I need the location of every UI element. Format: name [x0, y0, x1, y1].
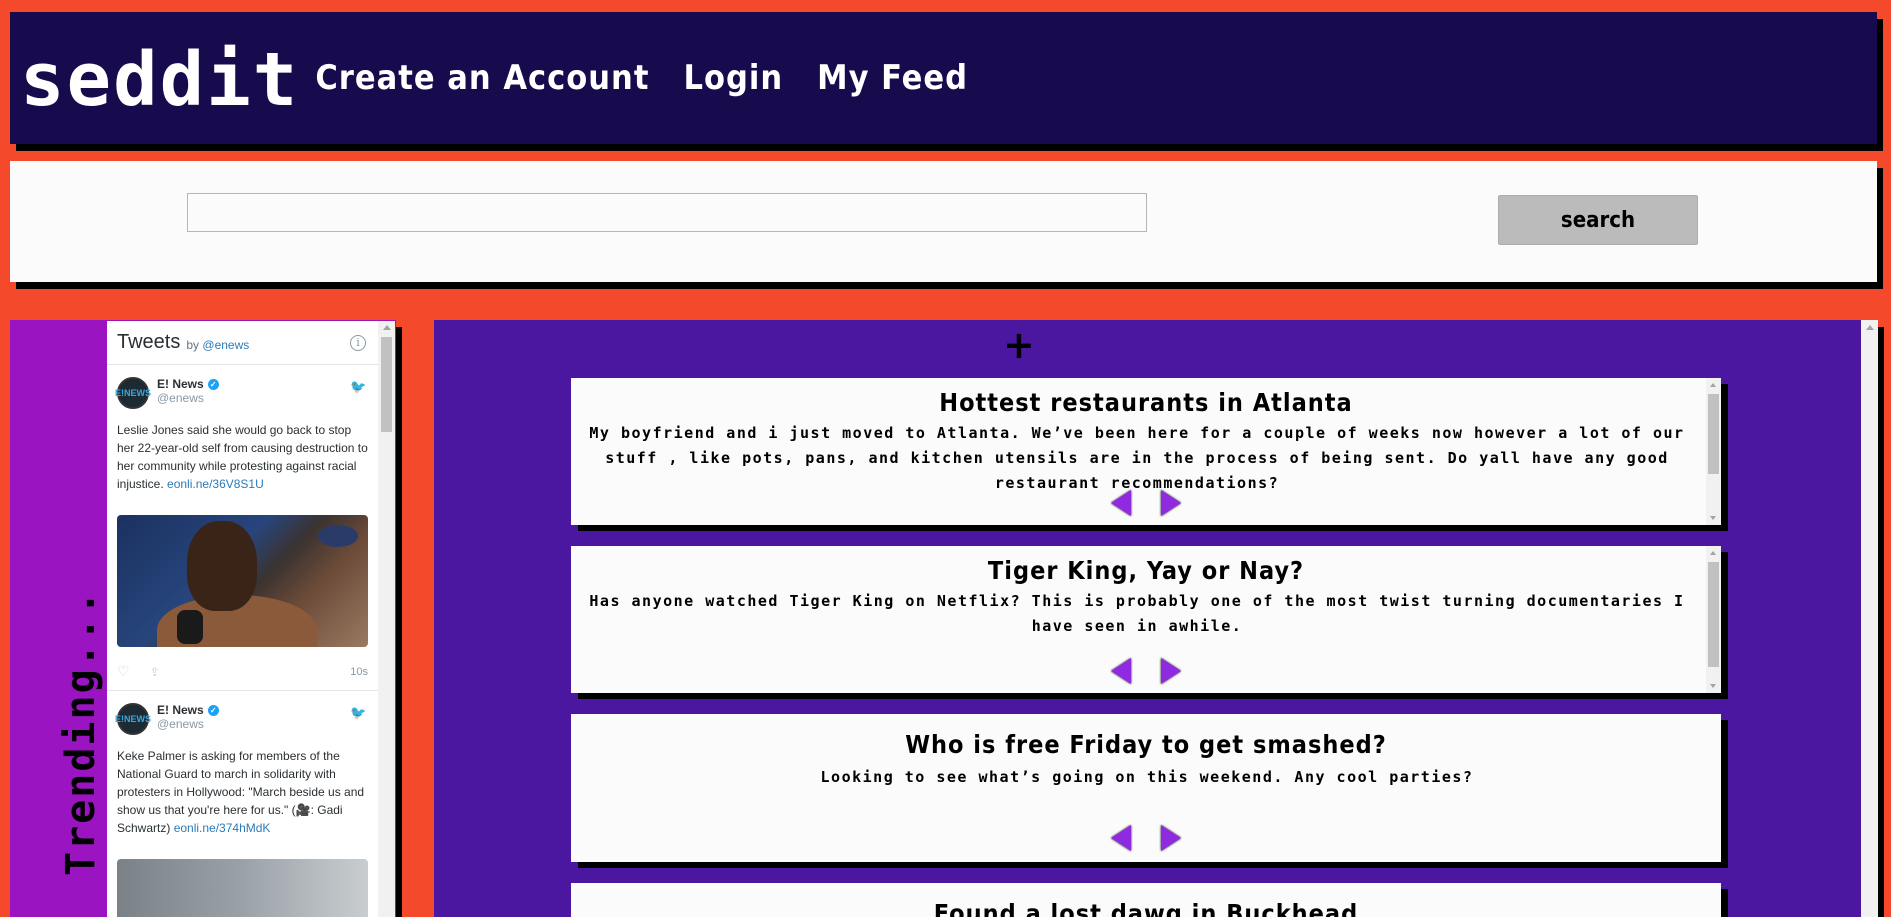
post-body: My boyfriend and i just moved to Atlanta… [589, 424, 1685, 492]
prev-arrow-icon[interactable] [1111, 490, 1131, 516]
timeline-handle-link[interactable]: @enews [202, 338, 249, 352]
search-bar: search [10, 161, 1877, 282]
heart-icon[interactable]: ♡ [117, 663, 130, 680]
twitter-bird-icon[interactable]: 🐦 [350, 379, 366, 394]
scroll-down-icon[interactable] [1710, 516, 1716, 520]
add-post-icon[interactable]: + [1003, 326, 1035, 364]
tweet[interactable]: E!NEWS E! News ✓ @enews 🐦 Keke Palmer is … [107, 691, 378, 917]
post-card: Who is free Friday to get smashed? Looki… [571, 714, 1721, 862]
search-input[interactable] [187, 193, 1147, 232]
info-icon[interactable]: i [350, 335, 366, 351]
tweet-image[interactable] [117, 859, 368, 917]
tweet-image[interactable] [117, 515, 368, 647]
post-body: Has anyone watched Tiger King on Netflix… [589, 592, 1685, 635]
twitter-bird-icon[interactable]: 🐦 [350, 705, 366, 720]
scroll-thumb[interactable] [381, 337, 392, 432]
share-icon[interactable]: ⇪ [150, 665, 160, 679]
nav-login[interactable]: Login [683, 58, 783, 98]
scroll-up-icon[interactable] [1710, 551, 1716, 555]
tweet-author-name[interactable]: E! News [157, 377, 204, 391]
top-header: seddit Create an Account Login My Feed [10, 12, 1877, 144]
post-card: Found a lost dawg in Buckhead [571, 883, 1721, 917]
nav-my-feed[interactable]: My Feed [817, 58, 968, 98]
tweet-link[interactable]: eonli.ne/374hMdK [174, 821, 271, 835]
post-title: Found a lost dawg in Buckhead [933, 899, 1359, 917]
verified-icon: ✓ [207, 704, 219, 716]
site-logo[interactable]: seddit [20, 43, 299, 117]
main-nav: Create an Account Login My Feed [315, 58, 1002, 98]
scroll-up-icon[interactable] [1710, 383, 1716, 387]
post-scrollbar[interactable] [1706, 378, 1721, 525]
tweet-author-name[interactable]: E! News [157, 703, 204, 717]
prev-arrow-icon[interactable] [1111, 658, 1131, 684]
microphone-icon [177, 610, 203, 644]
avatar[interactable]: E!NEWS [115, 377, 151, 409]
timeline-scrollbar[interactable] [378, 321, 395, 917]
search-button[interactable]: search [1498, 195, 1698, 245]
tweet[interactable]: E!NEWS E! News ✓ @enews 🐦 Leslie Jones sa… [107, 365, 378, 691]
post-card: Tiger King, Yay or Nay? Has anyone watch… [571, 546, 1721, 693]
scroll-thumb[interactable] [1708, 562, 1719, 667]
post-scrollbar[interactable] [1706, 546, 1721, 693]
trending-label: Trending... [58, 589, 104, 876]
tweet-time[interactable]: 10s [350, 666, 368, 678]
tweet-author-handle[interactable]: @enews [157, 717, 219, 731]
scroll-down-icon[interactable] [1710, 684, 1716, 688]
scroll-thumb[interactable] [1708, 394, 1719, 474]
post-body: Looking to see what’s going on this week… [820, 768, 1474, 786]
next-arrow-icon[interactable] [1161, 490, 1181, 516]
tweet-author-handle[interactable]: @enews [157, 391, 219, 405]
avatar[interactable]: E!NEWS [115, 703, 151, 735]
post-title: Who is free Friday to get smashed? [905, 730, 1387, 759]
verified-icon: ✓ [207, 378, 219, 390]
timeline-header: Tweets by @enews i [107, 321, 378, 365]
next-arrow-icon[interactable] [1161, 658, 1181, 684]
post-title: Tiger King, Yay or Nay? [987, 556, 1305, 585]
feed-scrollbar[interactable] [1861, 320, 1878, 917]
nav-create-account[interactable]: Create an Account [315, 58, 649, 98]
post-title: Hottest restaurants in Atlanta [939, 388, 1353, 417]
twitter-timeline-widget[interactable]: Tweets by @enews i E!NEWS E! News ✓ @enew… [107, 321, 395, 917]
tweet-link[interactable]: eonli.ne/36V8S1U [167, 477, 264, 491]
prev-arrow-icon[interactable] [1111, 825, 1131, 851]
timeline-by: by [186, 338, 200, 352]
post-card: Hottest restaurants in Atlanta My boyfri… [571, 378, 1721, 525]
scroll-up-icon[interactable] [1866, 325, 1874, 330]
timeline-title: Tweets [117, 331, 181, 353]
next-arrow-icon[interactable] [1161, 825, 1181, 851]
post-feed: + Hottest restaurants in Atlanta My boyf… [434, 320, 1878, 917]
scroll-up-icon[interactable] [383, 325, 391, 330]
